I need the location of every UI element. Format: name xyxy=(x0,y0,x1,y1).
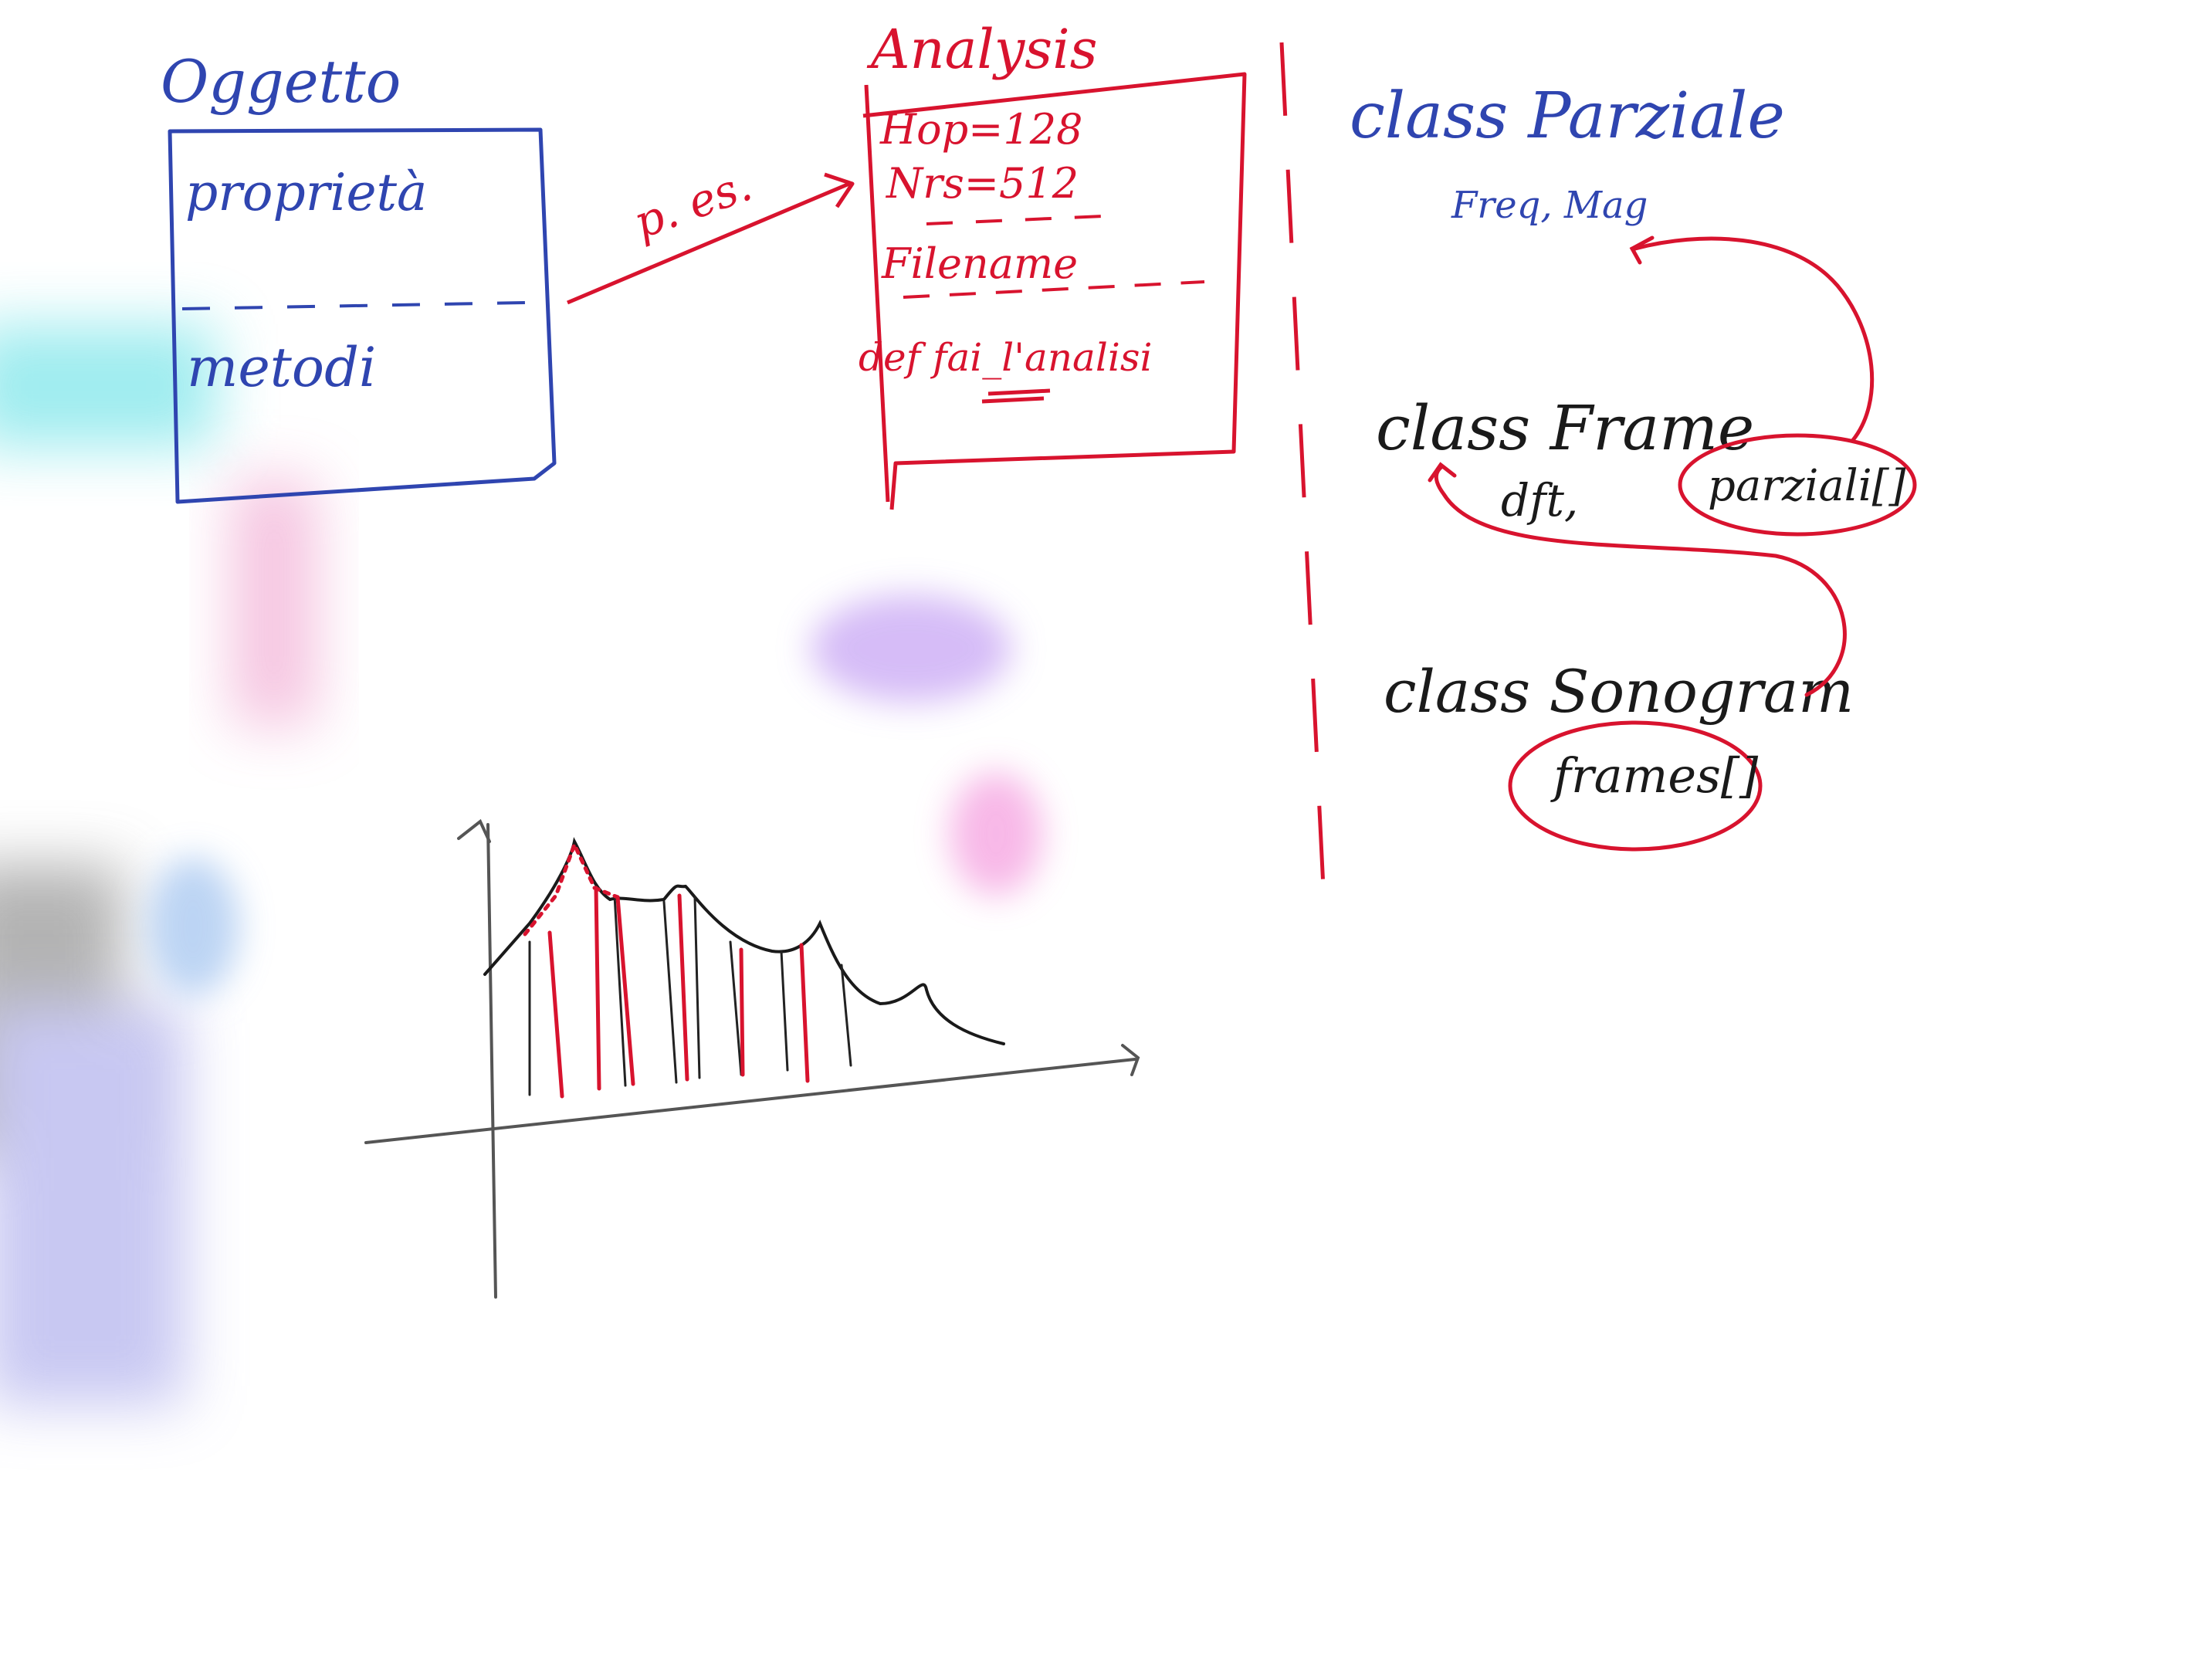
class-frame-attributes: dft, xyxy=(1501,474,1578,527)
sketch-bin-red-5 xyxy=(739,947,745,1077)
class-frame: class Frame dft, parziali[] xyxy=(1376,392,1917,537)
methods-label: metodi xyxy=(187,336,376,399)
object-title: Oggetto xyxy=(161,47,401,116)
sketch-bin-black-3 xyxy=(662,900,678,1084)
properties-label: proprietà xyxy=(185,163,427,222)
arrow-frames-head xyxy=(1428,462,1457,483)
analysis-title: Analysis xyxy=(866,18,1098,81)
sketch-x-axis xyxy=(364,1058,1136,1144)
sketch-bin-red-6 xyxy=(799,943,810,1083)
class-frame-name: class Frame xyxy=(1376,392,1754,464)
method-underline-1 xyxy=(987,388,1051,396)
sketch-bin-black-6 xyxy=(780,950,789,1072)
analysis-box: Analysis Hop=128 Nrs=512 Filename def fa… xyxy=(859,18,1247,510)
class-frame-member: parziali[] xyxy=(1708,461,1905,511)
sketch-y-arrow xyxy=(457,818,491,843)
sketch-bin-red-1 xyxy=(547,930,564,1099)
class-parziale: class Parziale Freq, Mag xyxy=(1350,80,1785,227)
sketch-y-axis xyxy=(486,823,497,1299)
whiteboard: Oggetto proprietà metodi p. es. Analysis… xyxy=(0,18,1917,1405)
object-divider xyxy=(181,301,527,310)
class-sonogram-name: class Sonogram xyxy=(1384,657,1854,726)
sketch-envelope xyxy=(483,837,1005,1045)
spectrum-sketch xyxy=(364,818,1140,1299)
sketch-peak-dots xyxy=(523,839,620,937)
sketch-bin-black-4 xyxy=(693,896,701,1079)
analysis-line-filename: Filename xyxy=(881,239,1078,288)
class-parziale-attributes: Freq, Mag xyxy=(1451,184,1648,227)
class-parziale-name: class Parziale xyxy=(1350,80,1785,153)
class-sonogram: class Sonogram frames[] xyxy=(1384,657,1854,852)
vertical-separator xyxy=(1279,42,1327,920)
analysis-divider-1 xyxy=(926,215,1105,225)
object-box: Oggetto proprietà metodi xyxy=(161,47,557,504)
example-arrow: p. es. xyxy=(567,158,855,305)
arrow-parziali-head xyxy=(1629,235,1655,265)
analysis-line-method: def fai_l'analisi xyxy=(859,335,1153,380)
sketch-bin-red-2 xyxy=(594,886,601,1091)
analysis-line-nrs: Nrs=512 xyxy=(885,159,1079,208)
class-sonogram-member: frames[] xyxy=(1550,747,1759,804)
analysis-line-hop: Hop=128 xyxy=(879,105,1083,154)
arrow-label: p. es. xyxy=(627,158,758,249)
method-underline-2 xyxy=(981,396,1045,404)
sketch-bin-red-4 xyxy=(677,893,689,1082)
